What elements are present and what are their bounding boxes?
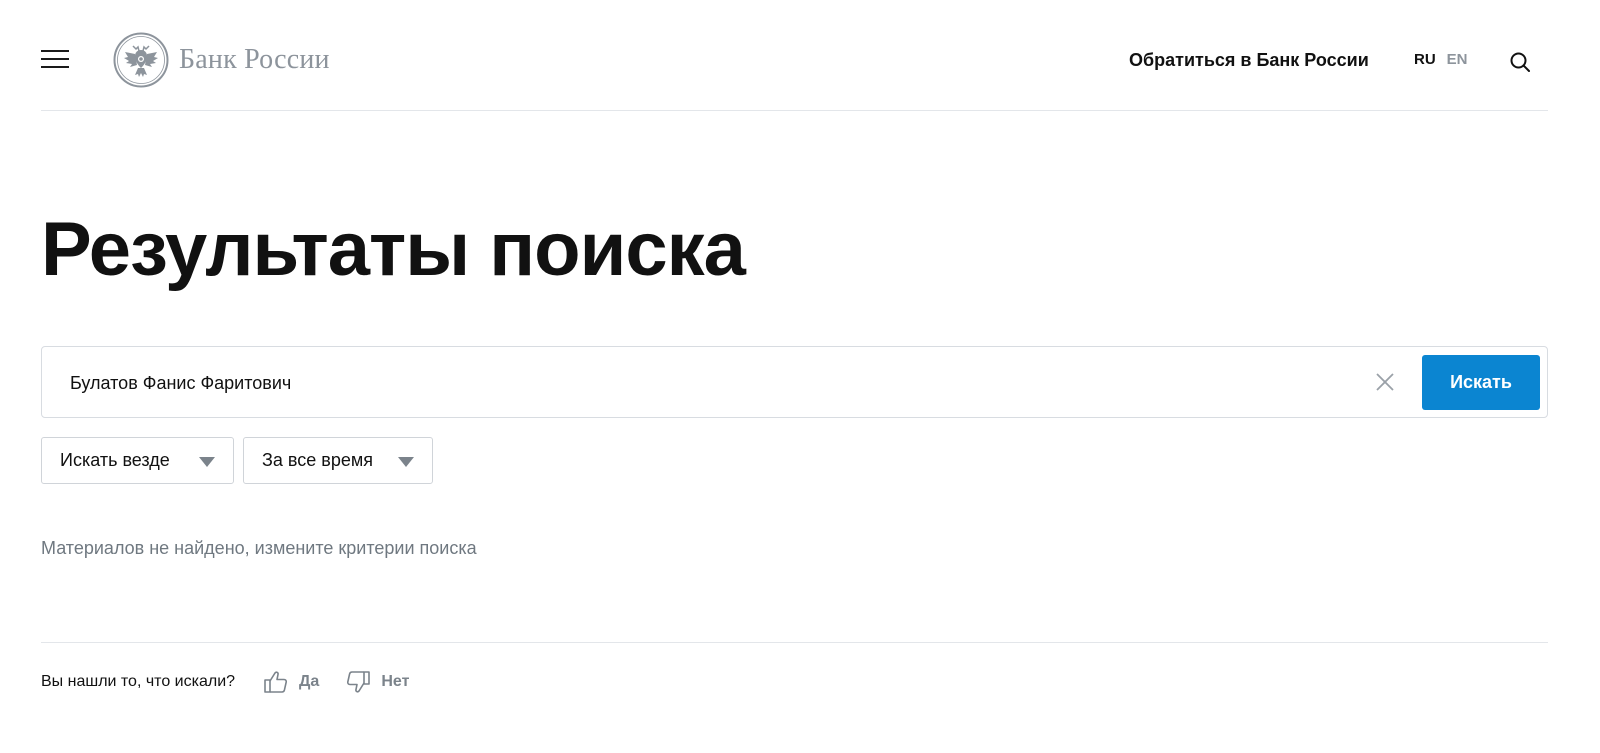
bank-emblem-icon [113, 32, 169, 88]
chevron-down-icon [199, 457, 215, 467]
feedback-block: Вы нашли то, что искали? Да Нет [41, 668, 409, 696]
feedback-yes-label: Да [299, 673, 320, 690]
menu-icon[interactable] [41, 50, 69, 70]
feedback-yes-button[interactable]: Да [263, 669, 319, 695]
feedback-no-label: Нет [381, 673, 410, 690]
search-input[interactable] [70, 367, 1350, 399]
site-header: Банк России Обратиться в Банк России RU … [41, 0, 1548, 111]
lang-en[interactable]: EN [1447, 51, 1468, 68]
feedback-no-button[interactable]: Нет [345, 669, 409, 695]
search-icon[interactable] [1509, 51, 1531, 73]
language-switcher: RU EN [1414, 51, 1468, 68]
search-button[interactable]: Искать [1422, 355, 1540, 410]
logo-text: Банк России [179, 44, 330, 75]
feedback-question: Вы нашли то, что искали? [41, 673, 236, 690]
chevron-down-icon [398, 457, 414, 467]
thumbs-up-icon [264, 671, 288, 693]
logo[interactable]: Банк России [113, 31, 330, 89]
filter-scope-value: Искать везде [60, 450, 170, 470]
filter-period-value: За все время [262, 450, 373, 470]
divider [41, 642, 1548, 643]
search-form: Искать [41, 346, 1548, 418]
contact-bank-link[interactable]: Обратиться в Банк России [1129, 50, 1369, 71]
lang-ru[interactable]: RU [1414, 51, 1436, 68]
filter-period-select[interactable]: За все время [243, 437, 433, 484]
thumbs-down-icon [347, 671, 371, 693]
no-results-message: Материалов не найдено, измените критерии… [41, 538, 477, 558]
page-title: Результаты поиска [41, 207, 746, 292]
filter-scope-select[interactable]: Искать везде [41, 437, 234, 484]
close-icon[interactable] [1373, 370, 1397, 394]
